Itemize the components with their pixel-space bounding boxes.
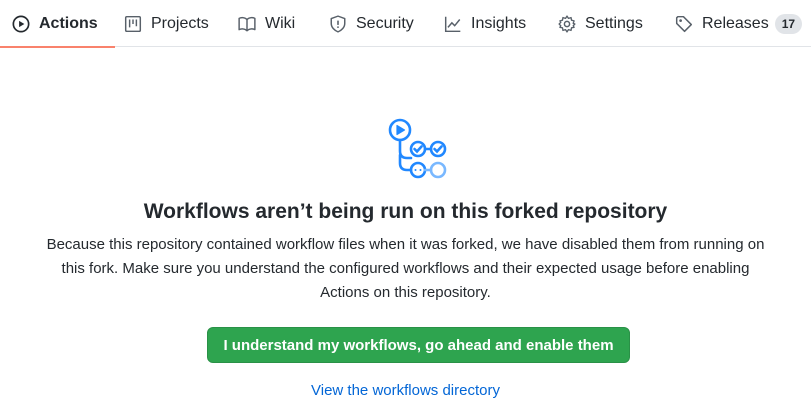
tab-label: Security	[356, 14, 414, 32]
tab-label: Wiki	[265, 14, 296, 32]
tab-label: Insights	[471, 14, 527, 32]
tab-label: Projects	[151, 14, 209, 32]
page-description: Because this repository contained workfl…	[46, 236, 765, 301]
gear-icon	[558, 14, 576, 33]
workflow-icon	[383, 115, 453, 181]
releases-count-badge: 17	[774, 13, 803, 34]
tab-label: Actions	[39, 14, 98, 32]
book-icon	[238, 15, 256, 33]
shield-icon	[329, 14, 347, 33]
tab-label: Settings	[585, 14, 643, 32]
workflows-directory-link[interactable]: View the workflows directory	[0, 382, 811, 399]
tab-label: Releases	[702, 14, 769, 32]
tab-settings[interactable]: Settings	[558, 0, 643, 47]
tag-icon	[675, 15, 693, 33]
enable-workflows-button[interactable]: I understand my workflows, go ahead and …	[207, 327, 630, 363]
tab-actions[interactable]: Actions	[0, 0, 115, 48]
tab-security[interactable]: Security	[329, 0, 414, 47]
repo-nav-tabs: Actions Projects Wiki Security Insights …	[0, 0, 811, 48]
play-icon	[12, 15, 30, 33]
page-title: Workflows aren’t being run on this forke…	[143, 200, 668, 223]
graph-icon	[444, 15, 462, 33]
tab-insights[interactable]: Insights	[444, 0, 526, 47]
project-icon	[124, 15, 142, 33]
tab-releases[interactable]: Releases 17	[675, 0, 803, 47]
tab-wiki[interactable]: Wiki	[238, 0, 295, 47]
tab-projects[interactable]: Projects	[124, 0, 209, 47]
